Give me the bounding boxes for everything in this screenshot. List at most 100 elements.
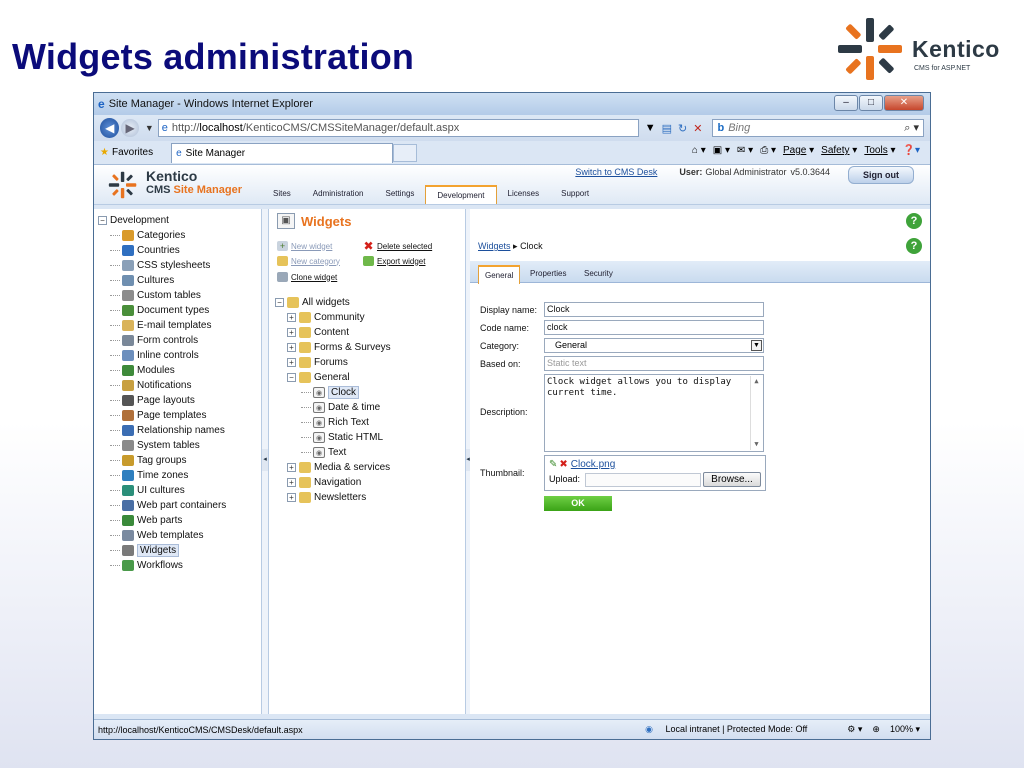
detail-help-icon[interactable]: ? — [906, 238, 922, 254]
widget-tree-item-forms-surveys[interactable]: + Forms & Surveys — [275, 340, 391, 355]
browser-tab-site-manager[interactable]: e Site Manager — [171, 142, 394, 163]
address-dropdown-icon[interactable]: ▼ — [645, 122, 656, 134]
tree-item-css-stylesheets[interactable]: CSS stylesheets — [98, 258, 261, 273]
tab-licenses[interactable]: Licenses — [497, 185, 551, 204]
tree-item-workflows[interactable]: Workflows — [98, 558, 261, 573]
clone-widget-button[interactable]: Clone widget — [277, 272, 337, 282]
tree-item-e-mail-templates[interactable]: E-mail templates — [98, 318, 261, 333]
new-widget-button[interactable]: + New widget — [277, 241, 332, 251]
tree-item-web-parts[interactable]: Web parts — [98, 513, 261, 528]
minimize-button[interactable]: – — [834, 95, 858, 111]
expand-icon[interactable]: + — [287, 493, 296, 502]
print-icon[interactable]: ⎙ ▾ — [760, 145, 776, 156]
new-category-button[interactable]: New category — [277, 256, 340, 266]
back-button[interactable]: ◀ — [100, 118, 120, 138]
tab-support[interactable]: Support — [550, 185, 600, 204]
chevron-down-icon[interactable]: ▼ — [751, 340, 762, 351]
maximize-button[interactable]: □ — [859, 95, 883, 111]
display-name-input[interactable]: Clock — [544, 302, 764, 317]
collapse-icon[interactable]: − — [98, 216, 107, 225]
thumbnail-file-link[interactable]: Clock.png — [571, 459, 615, 470]
expand-icon[interactable]: + — [287, 478, 296, 487]
widget-tree-item-content[interactable]: + Content — [275, 325, 391, 340]
tree-item-categories[interactable]: Categories — [98, 228, 261, 243]
expand-icon[interactable]: + — [287, 343, 296, 352]
tree-root-development[interactable]: − Development — [98, 213, 261, 228]
tree-item-widgets[interactable]: Widgets — [98, 543, 261, 558]
browse-button[interactable]: Browse... — [703, 472, 761, 487]
widget-tree-item-forums[interactable]: + Forums — [275, 355, 391, 370]
compat-view-icon[interactable]: ▤ — [662, 122, 672, 135]
tree-item-notifications[interactable]: Notifications — [98, 378, 261, 393]
tools-menu[interactable]: Tools ▾ — [864, 145, 895, 156]
widget-tree-item-media-services[interactable]: + Media & services — [275, 460, 391, 475]
tree-item-countries[interactable]: Countries — [98, 243, 261, 258]
tab-settings[interactable]: Settings — [374, 185, 425, 204]
tab-administration[interactable]: Administration — [302, 185, 375, 204]
tree-item-web-templates[interactable]: Web templates — [98, 528, 261, 543]
tree-root-all-widgets[interactable]: − All widgets — [275, 295, 391, 310]
security-icon[interactable]: ⚙ ▾ — [847, 724, 862, 735]
tree-item-form-controls[interactable]: Form controls — [98, 333, 261, 348]
new-tab-button[interactable] — [393, 143, 418, 162]
expand-icon[interactable]: + — [287, 313, 296, 322]
help-icon[interactable]: ? — [906, 213, 922, 229]
tree-item-relationship-names[interactable]: Relationship names — [98, 423, 261, 438]
forward-button[interactable]: ▶ — [121, 119, 139, 137]
ok-button[interactable]: OK — [544, 496, 612, 511]
widget-tree-item-general[interactable]: − General — [275, 370, 391, 385]
widget-tree-item-static-html[interactable]: ◉ Static HTML — [275, 430, 391, 445]
breadcrumb-widgets-link[interactable]: Widgets — [478, 241, 511, 251]
history-dropdown-icon[interactable]: ▼ — [145, 123, 154, 133]
widget-tree-item-newsletters[interactable]: + Newsletters — [275, 490, 391, 505]
expand-icon[interactable]: + — [287, 463, 296, 472]
address-bar[interactable]: e http://localhost/KenticoCMS/CMSSiteMan… — [157, 119, 639, 137]
expand-icon[interactable]: + — [287, 328, 296, 337]
code-name-input[interactable]: clock — [544, 320, 764, 335]
tree-item-tag-groups[interactable]: Tag groups — [98, 453, 261, 468]
favorites-button[interactable]: Favorites — [112, 147, 153, 158]
tree-item-page-templates[interactable]: Page templates — [98, 408, 261, 423]
tab-security[interactable]: Security — [578, 265, 619, 282]
delete-file-icon[interactable]: ✖ — [559, 459, 567, 470]
home-icon[interactable]: ⌂ ▾ — [692, 145, 706, 156]
widget-tree-item-clock[interactable]: ◉ Clock — [275, 385, 391, 400]
widget-tree-item-community[interactable]: + Community — [275, 310, 391, 325]
tree-item-document-types[interactable]: Document types — [98, 303, 261, 318]
zone-status[interactable]: ◉ Local intranet | Protected Mode: Off — [635, 724, 807, 735]
export-widget-button[interactable]: Export widget — [363, 256, 425, 266]
page-menu[interactable]: Page ▾ — [783, 145, 814, 156]
widget-tree-item-date-time[interactable]: ◉ Date & time — [275, 400, 391, 415]
category-select[interactable]: General ▼ — [544, 338, 764, 353]
zoom-control[interactable]: ⊕ 100% ▾ — [872, 724, 920, 735]
search-icon[interactable]: ⌕ ▾ — [904, 121, 919, 135]
widget-tree-item-navigation[interactable]: + Navigation — [275, 475, 391, 490]
description-textarea[interactable]: Clock widget allows you to display curre… — [544, 374, 764, 452]
tab-general[interactable]: General — [478, 265, 521, 284]
feeds-icon[interactable]: ▣ ▾ — [713, 145, 730, 156]
widget-tree-item-rich-text[interactable]: ◉ Rich Text — [275, 415, 391, 430]
upload-file-input[interactable] — [585, 473, 701, 487]
help-menu-icon[interactable]: ❓▾ — [903, 145, 920, 156]
close-window-button[interactable]: ✕ — [884, 95, 924, 111]
expand-icon[interactable]: + — [287, 358, 296, 367]
tab-properties[interactable]: Properties — [524, 265, 572, 282]
tab-sites[interactable]: Sites — [262, 185, 302, 204]
refresh-icon[interactable]: ↻ — [678, 122, 687, 135]
collapse-icon[interactable]: − — [275, 298, 284, 307]
textarea-scrollbar[interactable]: ▲ ▼ — [750, 376, 762, 450]
tree-item-page-layouts[interactable]: Page layouts — [98, 393, 261, 408]
mail-icon[interactable]: ✉ ▾ — [737, 145, 753, 156]
sign-out-button[interactable]: Sign out — [848, 166, 914, 184]
switch-to-cms-desk-link[interactable]: Switch to CMS Desk — [575, 167, 657, 177]
safety-menu[interactable]: Safety ▾ — [821, 145, 857, 156]
tree-item-cultures[interactable]: Cultures — [98, 273, 261, 288]
tree-item-custom-tables[interactable]: Custom tables — [98, 288, 261, 303]
delete-selected-button[interactable]: ✖ Delete selected — [363, 240, 432, 252]
widget-tree-item-text[interactable]: ◉ Text — [275, 445, 391, 460]
tree-item-web-part-containers[interactable]: Web part containers — [98, 498, 261, 513]
favorites-star-icon[interactable]: ★ — [100, 147, 109, 158]
tree-item-inline-controls[interactable]: Inline controls — [98, 348, 261, 363]
tree-item-ui-cultures[interactable]: UI cultures — [98, 483, 261, 498]
tab-development[interactable]: Development — [425, 185, 497, 204]
